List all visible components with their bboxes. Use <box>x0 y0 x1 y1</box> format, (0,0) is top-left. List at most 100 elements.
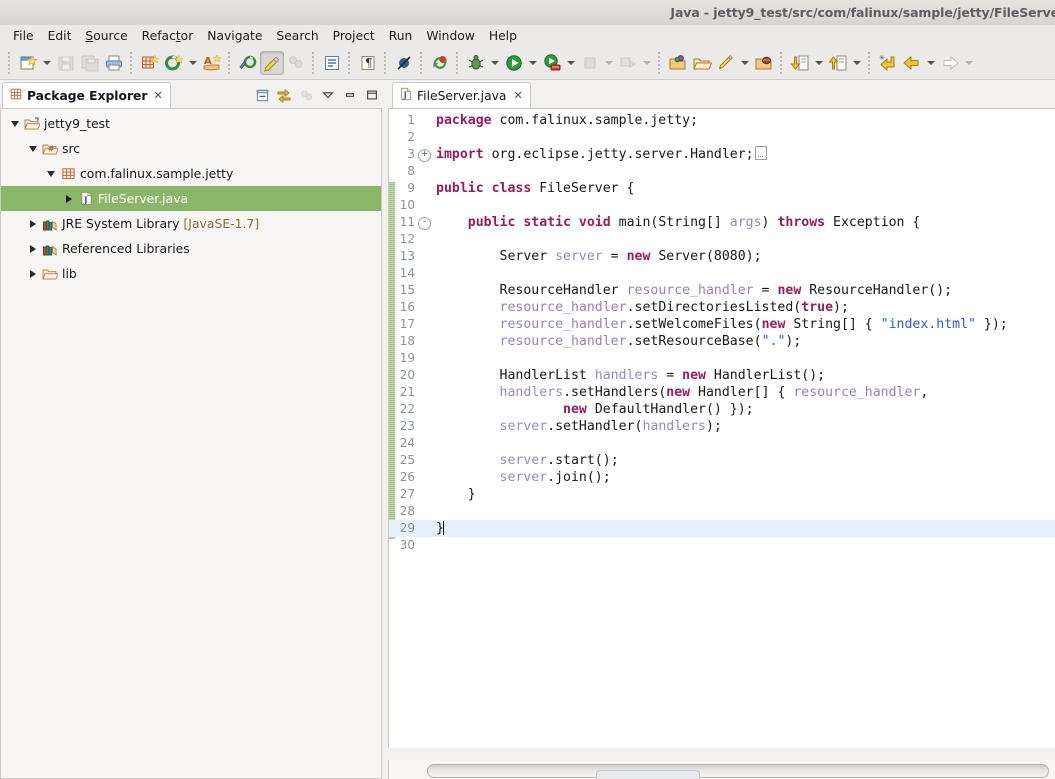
code-line[interactable]: 29} <box>389 520 1055 537</box>
print-icon[interactable] <box>102 51 126 75</box>
bottom-view-tab-stub[interactable] <box>596 770 700 779</box>
code-line[interactable]: 22 new DefaultHandler() }); <box>389 401 1055 418</box>
tab-fileserver-java[interactable]: J FileServer.java ✕ <box>392 82 531 108</box>
tree-item-jre-system-library[interactable]: JRE System Library [JavaSE-1.7] <box>1 211 381 236</box>
view-menu-icon[interactable] <box>318 85 338 105</box>
code-editor[interactable]: 1 package com.falinux.sample.jetty; 2 3 + imp… <box>388 108 1055 748</box>
code-line[interactable]: 1 package com.falinux.sample.jetty; <box>389 112 1055 129</box>
code-line[interactable]: 25 server.start(); <box>389 452 1055 469</box>
code-line[interactable]: 2 <box>389 129 1055 146</box>
tree-item-package[interactable]: com.falinux.sample.jetty <box>1 161 381 186</box>
code-line[interactable]: 15 ResourceHandler resource_handler = ne… <box>389 282 1055 299</box>
code-line[interactable]: 16 resource_handler.setDirectoriesListed… <box>389 299 1055 316</box>
code-line[interactable]: 9 public class FileServer { <box>389 180 1055 197</box>
pencil-icon[interactable] <box>714 51 738 75</box>
publish-dropdown-icon[interactable] <box>640 51 654 75</box>
code-line[interactable]: 20 HandlerList handlers = new HandlerLis… <box>389 367 1055 384</box>
close-icon[interactable]: ✕ <box>513 90 522 101</box>
code-line[interactable]: 10 <box>389 197 1055 214</box>
open-type-icon[interactable] <box>236 51 260 75</box>
collapse-all-icon[interactable] <box>252 85 272 105</box>
tree-item-lib[interactable]: lib <box>1 261 381 286</box>
menu-navigate[interactable]: Navigate <box>200 27 269 45</box>
tree-item-fileserver-java[interactable]: J FileServer.java <box>1 186 381 211</box>
run-dropdown-icon[interactable] <box>526 51 540 75</box>
expand-arrow-down-icon[interactable] <box>43 166 59 182</box>
debug-dropdown-icon[interactable] <box>488 51 502 75</box>
new-wizard-dropdown-icon[interactable] <box>40 51 54 75</box>
menu-refactor[interactable]: Refactor <box>135 27 201 45</box>
code-line[interactable]: 19 <box>389 350 1055 367</box>
scrollbar-thumb[interactable] <box>427 764 1049 778</box>
code-line[interactable]: 26 server.join(); <box>389 469 1055 486</box>
maximize-icon[interactable] <box>362 85 382 105</box>
menu-edit[interactable]: Edit <box>41 27 79 45</box>
new-package-icon[interactable] <box>690 51 714 75</box>
run-server-dropdown-icon[interactable] <box>564 51 578 75</box>
code-line[interactable]: 3 + import org.eclipse.jetty.server.Handle… <box>389 146 1055 163</box>
menu-source[interactable]: Source <box>78 27 134 45</box>
menu-help[interactable]: Help <box>482 27 524 45</box>
new-java-class-icon[interactable] <box>162 51 186 75</box>
expand-arrow-right-icon[interactable] <box>61 191 77 207</box>
last-edit-location-icon[interactable]: ✳ <box>876 51 900 75</box>
expand-arrow-down-icon[interactable] <box>7 116 23 132</box>
menu-search[interactable]: Search <box>269 27 325 45</box>
forward-dropdown-icon[interactable] <box>962 51 976 75</box>
open-perspective-icon[interactable] <box>666 51 690 75</box>
tree-item-src[interactable]: # src <box>1 136 381 161</box>
run-icon[interactable] <box>502 51 526 75</box>
toggle-mark-occurrences-icon[interactable] <box>260 51 284 75</box>
expand-arrow-down-icon[interactable] <box>25 141 41 157</box>
code-line[interactable]: 12 <box>389 231 1055 248</box>
editor-horizontal-scrollbar[interactable] <box>388 760 1055 779</box>
code-line[interactable]: 27 } <box>389 486 1055 503</box>
code-line[interactable]: 28 <box>389 503 1055 520</box>
code-line[interactable]: 13 Server server = new Server(8080); <box>389 248 1055 265</box>
debug-icon[interactable] <box>464 51 488 75</box>
expand-arrow-right-icon[interactable] <box>25 216 41 232</box>
tree-item-referenced-libraries[interactable]: Referenced Libraries <box>1 236 381 261</box>
source-code[interactable]: 1 package com.falinux.sample.jetty; 2 3 + imp… <box>389 109 1055 554</box>
tab-package-explorer[interactable]: Package Explorer ✕ <box>2 82 171 108</box>
skip-breakpoints-icon[interactable] <box>392 51 416 75</box>
menu-project[interactable]: Project <box>326 27 382 45</box>
new-java-package-icon[interactable] <box>138 51 162 75</box>
code-line[interactable]: 11- public static void main(String[] arg… <box>389 214 1055 231</box>
expand-arrow-right-icon[interactable] <box>25 266 41 282</box>
close-icon[interactable]: ✕ <box>153 90 162 101</box>
pencil-dropdown-icon[interactable] <box>738 51 752 75</box>
code-line[interactable]: 17 resource_handler.setWelcomeFiles(new … <box>389 316 1055 333</box>
code-line[interactable]: 24 <box>389 435 1055 452</box>
menu-run[interactable]: Run <box>382 27 420 45</box>
import-dropdown-icon[interactable] <box>812 51 826 75</box>
code-line[interactable]: 30 <box>389 537 1055 554</box>
menu-file[interactable]: File <box>6 27 41 45</box>
show-whitespace-icon[interactable] <box>320 51 344 75</box>
menu-window[interactable]: Window <box>419 27 482 45</box>
tree-item-jetty9-test[interactable]: jetty9_test <box>1 111 381 136</box>
code-line[interactable]: 8 <box>389 163 1055 180</box>
code-line[interactable]: 14 <box>389 265 1055 282</box>
code-line[interactable]: 18 resource_handler.setResourceBase(".")… <box>389 333 1055 350</box>
stop-dropdown-icon[interactable] <box>602 51 616 75</box>
collapsed-imports-icon[interactable] <box>754 146 767 160</box>
refresh-icon[interactable] <box>428 51 452 75</box>
link-with-editor-icon[interactable] <box>274 85 294 105</box>
code-line[interactable]: 21 handlers.setHandlers(new Handler[] { … <box>389 384 1055 401</box>
new-annotation-icon[interactable]: A <box>200 51 224 75</box>
expand-arrow-right-icon[interactable] <box>25 241 41 257</box>
package-explorer-tree-panel[interactable]: jetty9_test # src com.falinux.sample.jet… <box>0 108 382 779</box>
import-icon[interactable] <box>788 51 812 75</box>
code-line[interactable]: 23 server.setHandler(handlers); <box>389 418 1055 435</box>
back-dropdown-icon[interactable] <box>924 51 938 75</box>
export-dropdown-icon[interactable] <box>850 51 864 75</box>
new-wizard-icon[interactable] <box>16 51 40 75</box>
run-server-icon[interactable] <box>540 51 564 75</box>
export-icon[interactable] <box>826 51 850 75</box>
minimize-icon[interactable] <box>340 85 360 105</box>
new-java-class-dropdown-icon[interactable] <box>186 51 200 75</box>
pilcrow-icon[interactable]: ¶ <box>356 51 380 75</box>
archive-icon[interactable] <box>752 51 776 75</box>
back-icon[interactable] <box>900 51 924 75</box>
